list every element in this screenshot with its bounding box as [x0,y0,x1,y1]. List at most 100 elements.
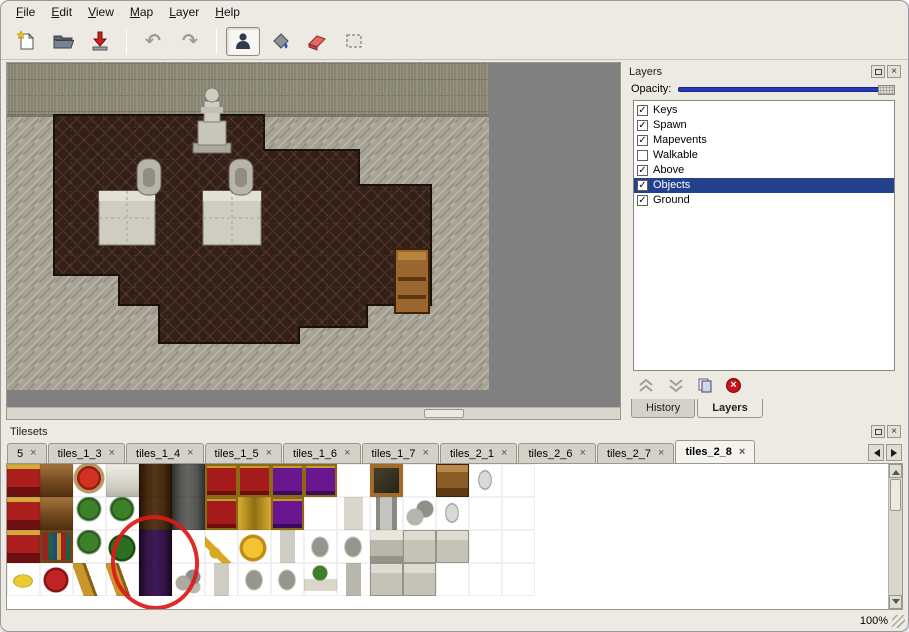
visibility-checkbox[interactable]: ✓ [637,135,648,146]
menu-file[interactable]: File [9,3,42,21]
tile-armor-pile[interactable] [403,497,436,530]
tile-pedestal[interactable] [337,563,370,596]
tab-close-icon[interactable]: × [580,448,586,459]
tile-banana[interactable] [7,563,40,596]
tile-banner-red[interactable] [7,464,40,497]
resize-grip[interactable] [892,615,905,628]
tile-block[interactable] [403,530,436,563]
tileset-tab[interactable]: tiles_1_6 × [283,443,360,463]
tile-horn[interactable] [106,563,139,596]
undock-icon[interactable] [871,425,885,438]
tile-bush[interactable] [106,530,139,563]
tileset-vertical-scrollbar[interactable] [888,464,902,609]
visibility-checkbox[interactable]: ✓ [637,165,648,176]
tile-loom[interactable] [40,497,73,530]
tile-blank[interactable] [304,497,337,530]
tile-blank[interactable] [502,464,535,497]
layer-row-walkable[interactable]: Walkable [634,148,894,163]
tile-gargoyle[interactable] [271,563,304,596]
tile-rocks[interactable] [172,563,205,596]
tile-throne-purple[interactable] [271,464,304,497]
tab-close-icon[interactable]: × [501,448,507,459]
tile-chest[interactable] [436,464,469,497]
scrollbar-thumb[interactable] [890,479,901,511]
tile-blank[interactable] [337,464,370,497]
tile-loom[interactable] [40,464,73,497]
tab-layers[interactable]: Layers [697,399,762,418]
move-layer-down-button[interactable] [667,378,685,393]
tile-pipe[interactable] [370,497,403,530]
opacity-slider-handle[interactable] [878,85,895,95]
tile-table[interactable] [106,464,139,497]
menu-view[interactable]: View [81,3,121,21]
tile-door-gray[interactable] [172,497,205,530]
tile-door-brown[interactable] [139,464,172,497]
tile-curtain[interactable] [238,497,271,530]
tile-blank[interactable] [469,530,502,563]
tile-key[interactable] [205,530,238,563]
layer-row-keys[interactable]: ✓ Keys [634,103,894,118]
tab-close-icon[interactable]: × [658,448,664,459]
select-tool-button[interactable] [337,27,371,56]
tile-door-purple[interactable] [139,530,172,563]
tile-blank[interactable] [502,563,535,596]
menu-map[interactable]: Map [123,3,160,21]
tile-block[interactable] [403,563,436,596]
tileset-tab[interactable]: tiles_1_7 × [362,443,439,463]
tile-gargoyle[interactable] [304,530,337,563]
tileset-tab[interactable]: tiles_2_1 × [440,443,517,463]
opacity-slider[interactable] [678,84,895,94]
close-icon[interactable]: × [887,425,901,438]
tile-gargoyle[interactable] [238,563,271,596]
visibility-checkbox[interactable]: ✓ [637,105,648,116]
layer-row-objects[interactable]: ✓ Objects [634,178,894,193]
tile-cushion[interactable] [40,563,73,596]
scroll-up-button[interactable] [889,464,902,478]
tile-armor[interactable] [469,464,502,497]
scrollbar-thumb[interactable] [424,409,464,418]
tile-plant[interactable] [106,497,139,530]
fill-tool-button[interactable] [263,27,297,56]
open-button[interactable] [46,27,80,56]
tab-close-icon[interactable]: × [423,448,429,459]
tileset-tab[interactable]: tiles_1_4 × [126,443,203,463]
delete-layer-button[interactable]: × [726,378,741,393]
tileset-tab[interactable]: tiles_1_5 × [205,443,282,463]
duplicate-layer-button[interactable] [697,377,714,394]
undock-icon[interactable] [871,65,885,78]
tab-close-icon[interactable]: × [187,448,193,459]
tileset-tab[interactable]: tiles_1_3 × [48,443,125,463]
tile-banner-red[interactable] [7,497,40,530]
menu-layer[interactable]: Layer [162,3,206,21]
eraser-tool-button[interactable] [300,27,334,56]
scroll-down-button[interactable] [889,595,902,609]
menu-help[interactable]: Help [208,3,247,21]
tile-throne-red[interactable] [238,464,271,497]
tile-blank[interactable] [469,497,502,530]
tab-close-icon[interactable]: × [30,448,36,459]
move-layer-up-button[interactable] [637,378,655,393]
tile-blank[interactable] [172,530,205,563]
tile-statue[interactable] [205,563,238,596]
tile-blank[interactable] [502,530,535,563]
tile-gargoyle[interactable] [337,530,370,563]
tile-frame[interactable] [370,464,403,497]
tile-armor[interactable] [436,497,469,530]
tileset-tab[interactable]: 5 × [7,443,47,463]
scroll-tabs-right-button[interactable] [886,444,902,461]
tile-books[interactable] [40,530,73,563]
tile-throne-purple[interactable] [304,464,337,497]
tileset-grid[interactable] [7,464,535,596]
tile-block[interactable] [370,563,403,596]
layer-row-spawn[interactable]: ✓ Spawn [634,118,894,133]
visibility-checkbox[interactable]: ✓ [637,120,648,131]
tile-obelisk[interactable] [337,497,370,530]
visibility-checkbox[interactable]: ✓ [637,180,648,191]
tile-horn[interactable] [73,563,106,596]
tile-door-gray[interactable] [172,464,205,497]
tile-block[interactable] [436,530,469,563]
tile-blank[interactable] [502,497,535,530]
tab-history[interactable]: History [631,399,695,418]
tile-throne-purple[interactable] [271,497,304,530]
tile-gold[interactable] [238,530,271,563]
